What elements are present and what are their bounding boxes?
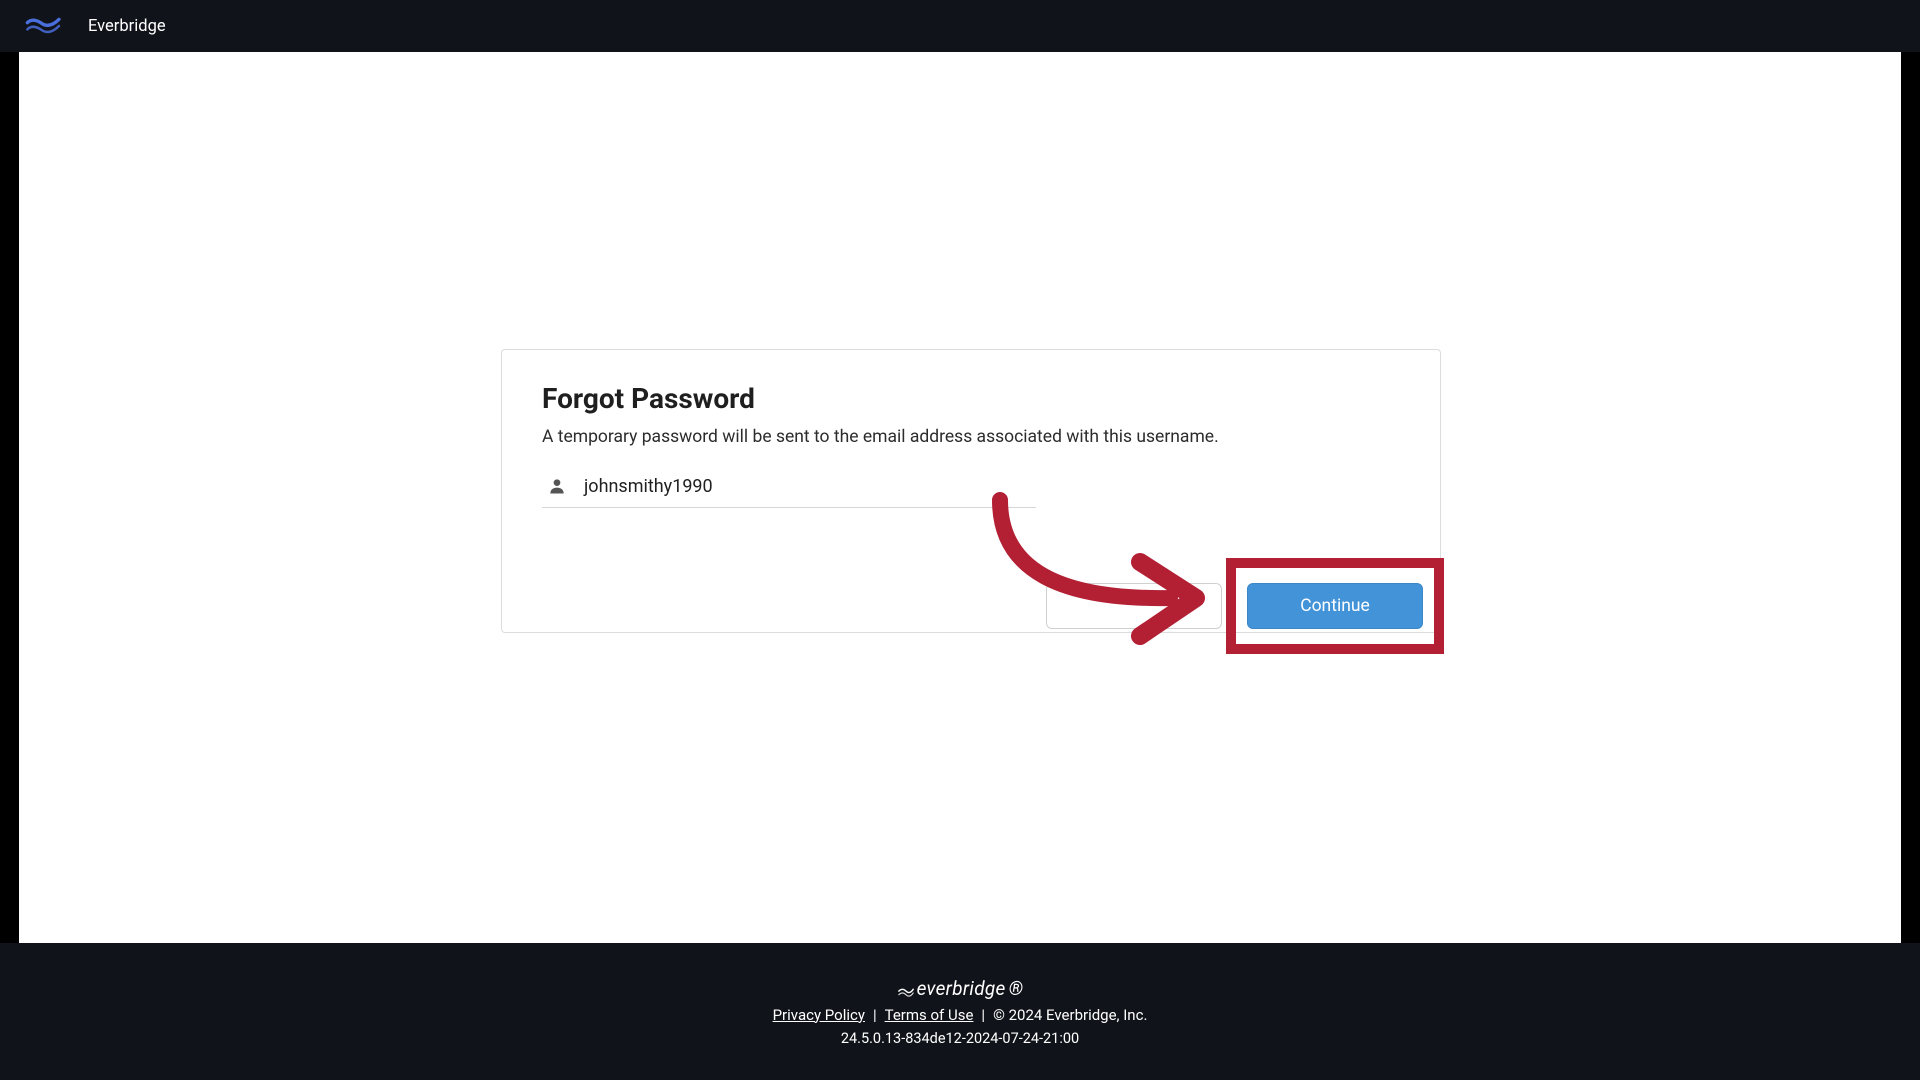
brand-name: Everbridge bbox=[88, 17, 166, 36]
everbridge-logo-icon bbox=[24, 13, 64, 39]
username-value: johnsmithy1990 bbox=[584, 476, 713, 497]
footer-logo: everbridge® bbox=[897, 977, 1024, 1000]
privacy-policy-link[interactable]: Privacy Policy bbox=[773, 1006, 865, 1024]
footer-brand: everbridge bbox=[917, 977, 1006, 1000]
footer-version: 24.5.0.13-834de12-2024-07-24-21:00 bbox=[841, 1030, 1079, 1047]
footer-separator: | bbox=[981, 1006, 985, 1024]
everbridge-mark-icon bbox=[897, 981, 915, 995]
terms-of-use-link[interactable]: Terms of Use bbox=[885, 1006, 974, 1024]
card-title: Forgot Password bbox=[542, 382, 1400, 415]
username-display: johnsmithy1990 bbox=[542, 475, 1036, 508]
continue-button[interactable]: Continue bbox=[1247, 583, 1423, 629]
user-icon bbox=[546, 475, 568, 497]
footer-copyright: © 2024 Everbridge, Inc. bbox=[993, 1006, 1147, 1024]
app-header: Everbridge bbox=[0, 0, 1920, 52]
footer-separator: | bbox=[873, 1006, 877, 1024]
footer-links: Privacy Policy | Terms of Use | © 2024 E… bbox=[773, 1006, 1148, 1024]
app-footer: everbridge® Privacy Policy | Terms of Us… bbox=[0, 943, 1920, 1080]
card-description: A temporary password will be sent to the… bbox=[542, 427, 1400, 447]
forgot-password-card: Forgot Password A temporary password wil… bbox=[501, 349, 1441, 633]
cancel-button[interactable] bbox=[1046, 583, 1222, 629]
